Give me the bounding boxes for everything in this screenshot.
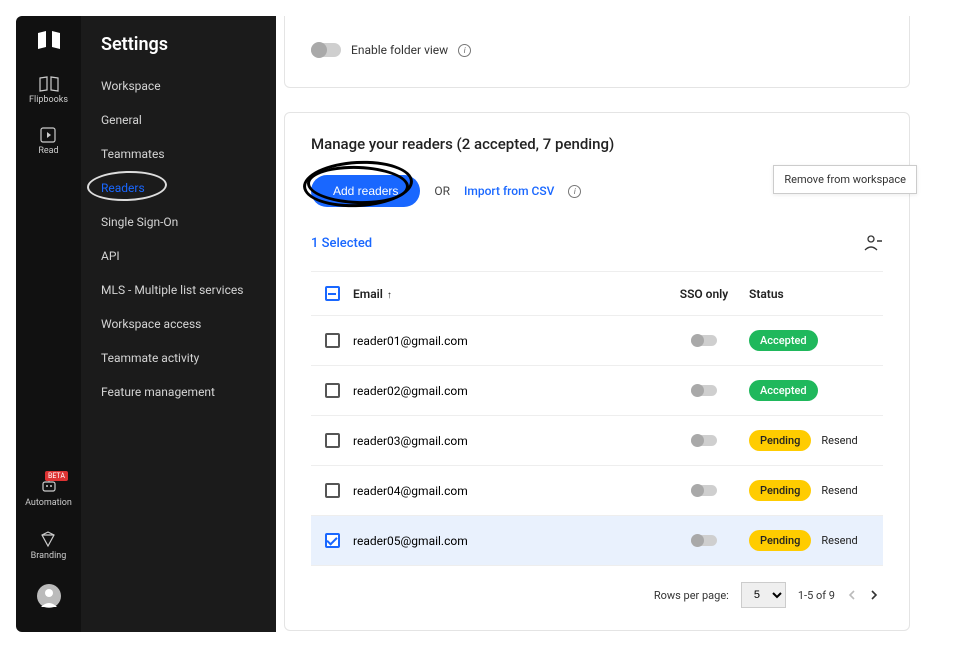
resend-link[interactable]: Resend — [821, 484, 857, 497]
sort-asc-icon: ↑ — [387, 290, 392, 301]
col-status-header: Status — [749, 287, 879, 301]
sidebar-item-mls-multiple-list-services[interactable]: MLS - Multiple list services — [81, 273, 276, 307]
sidebar-item-general[interactable]: General — [81, 103, 276, 137]
table-row: reader04@gmail.com Pending Resend — [311, 466, 883, 516]
book-icon — [39, 76, 59, 92]
page-range: 1-5 of 9 — [798, 589, 835, 602]
sidebar-item-single-sign-on[interactable]: Single Sign-On — [81, 205, 276, 239]
sso-toggle[interactable] — [691, 485, 717, 496]
rail-read[interactable]: Read — [38, 127, 58, 156]
beta-badge: BETA — [45, 471, 68, 481]
sidebar-item-workspace-access[interactable]: Workspace access — [81, 307, 276, 341]
rows-per-page-select[interactable]: 5 — [741, 582, 786, 608]
or-text: OR — [434, 184, 450, 198]
row-email: reader01@gmail.com — [349, 334, 659, 348]
status-badge: Accepted — [749, 330, 818, 351]
row-checkbox[interactable] — [325, 333, 340, 348]
prev-page-icon[interactable] — [847, 589, 857, 601]
resend-link[interactable]: Resend — [821, 434, 857, 447]
info-icon[interactable]: i — [458, 44, 471, 57]
resend-link[interactable]: Resend — [821, 534, 857, 547]
read-icon — [40, 127, 56, 143]
next-page-icon[interactable] — [869, 589, 879, 601]
table-row: reader01@gmail.com Accepted — [311, 316, 883, 366]
folder-view-toggle[interactable] — [311, 43, 341, 57]
rail-flipbooks[interactable]: Flipbooks — [29, 76, 68, 105]
sidebar-item-teammates[interactable]: Teammates — [81, 137, 276, 171]
sidebar-item-teammate-activity[interactable]: Teammate activity — [81, 341, 276, 375]
row-checkbox[interactable] — [325, 433, 340, 448]
col-sso-header: SSO only — [659, 287, 749, 301]
section-title: Manage your readers (2 accepted, 7 pendi… — [311, 135, 883, 153]
status-badge: Pending — [749, 430, 811, 451]
sso-toggle[interactable] — [691, 385, 717, 396]
sidebar-item-api[interactable]: API — [81, 239, 276, 273]
rail-automation[interactable]: BETA Automation — [25, 477, 72, 508]
row-email: reader04@gmail.com — [349, 484, 659, 498]
status-badge: Pending — [749, 530, 811, 551]
row-checkbox[interactable] — [325, 483, 340, 498]
col-email-header[interactable]: Email↑ — [349, 287, 659, 301]
sidebar-item-feature-management[interactable]: Feature management — [81, 375, 276, 409]
import-csv-link[interactable]: Import from CSV — [464, 184, 554, 198]
sso-toggle[interactable] — [691, 535, 717, 546]
rail-branding[interactable]: Branding — [31, 530, 67, 561]
folder-view-label: Enable folder view — [351, 43, 448, 57]
row-email: reader03@gmail.com — [349, 434, 659, 448]
sso-toggle[interactable] — [691, 435, 717, 446]
diamond-icon — [39, 530, 57, 548]
app-logo[interactable] — [36, 30, 62, 54]
page-title: Settings — [81, 34, 276, 69]
remove-user-icon[interactable] — [863, 233, 883, 253]
row-email: reader05@gmail.com — [349, 534, 659, 548]
add-readers-button[interactable]: Add readers — [311, 175, 420, 207]
row-checkbox[interactable] — [325, 383, 340, 398]
sidebar-item-workspace[interactable]: Workspace — [81, 69, 276, 103]
info-icon[interactable]: i — [568, 185, 581, 198]
rows-per-page-label: Rows per page: — [654, 589, 729, 602]
table-row: reader03@gmail.com Pending Resend — [311, 416, 883, 466]
status-badge: Accepted — [749, 380, 818, 401]
sidebar-item-readers[interactable]: Readers — [81, 171, 276, 205]
table-row: reader05@gmail.com Pending Resend — [311, 516, 883, 566]
tooltip-remove: Remove from workspace — [773, 165, 917, 194]
rail-avatar[interactable] — [36, 583, 62, 612]
avatar-icon — [36, 583, 62, 609]
row-email: reader02@gmail.com — [349, 384, 659, 398]
sso-toggle[interactable] — [691, 335, 717, 346]
row-checkbox[interactable] — [325, 533, 340, 548]
select-all-checkbox[interactable] — [325, 286, 340, 301]
selection-count: 1 Selected — [311, 236, 372, 251]
table-row: reader02@gmail.com Accepted — [311, 366, 883, 416]
status-badge: Pending — [749, 480, 811, 501]
